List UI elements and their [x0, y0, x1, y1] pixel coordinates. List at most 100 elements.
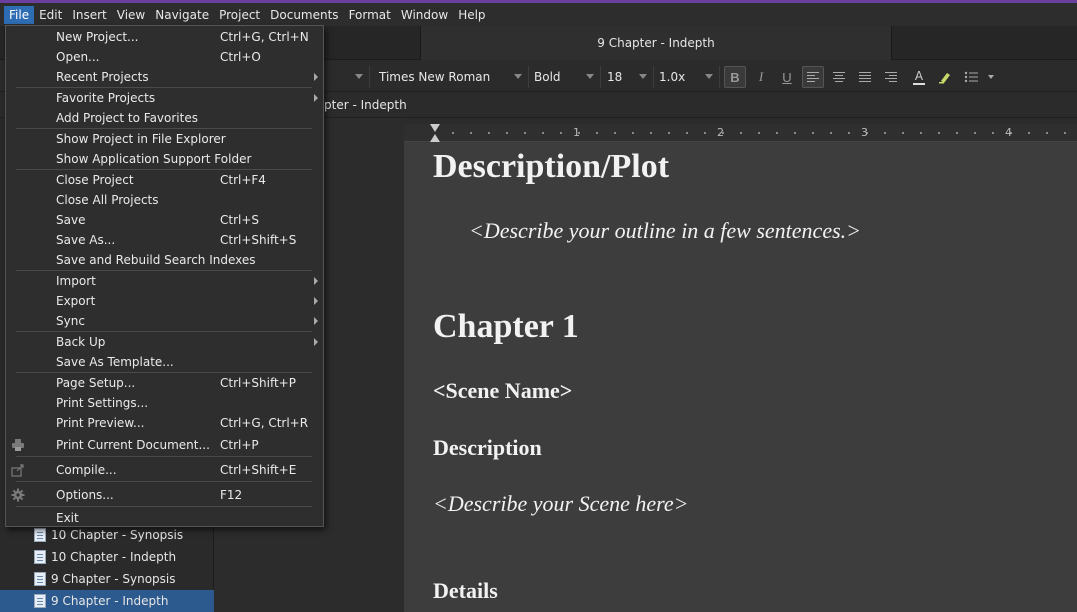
binder-item[interactable]: 9 Chapter - Synopsis [0, 568, 214, 590]
submenu-arrow-icon [314, 277, 318, 285]
ruler-tick [830, 132, 832, 134]
highlight-button[interactable] [934, 66, 956, 88]
menu-options[interactable]: Options... F12 [6, 485, 323, 505]
menu-save-as[interactable]: Save As... Ctrl+Shift+S [6, 230, 323, 250]
menu-print-preview[interactable]: Print Preview... Ctrl+G, Ctrl+R [6, 413, 323, 433]
highlighter-icon [939, 73, 950, 84]
ruler-tick [686, 132, 688, 134]
font-color-button[interactable]: A [908, 66, 930, 88]
menu-file[interactable]: File [4, 5, 35, 24]
menu-print-settings[interactable]: Print Settings... [6, 393, 323, 413]
binder-item[interactable]: 10 Chapter - Indepth [0, 546, 214, 568]
menu-sync[interactable]: Sync [6, 311, 323, 331]
menu-open[interactable]: Open... Ctrl+O [6, 47, 323, 67]
ruler-tick [1064, 132, 1066, 134]
ruler-tick [938, 132, 940, 134]
ruler-tick [794, 132, 796, 134]
font-family-select[interactable]: Times New Roman [374, 66, 529, 88]
menu-recent-projects[interactable]: Recent Projects [6, 67, 323, 87]
ruler-label: 1 [573, 126, 580, 139]
ruler-tick [560, 132, 562, 134]
text-editor[interactable]: Description/Plot <Describe your outline … [404, 142, 1077, 612]
bullet-list-icon [964, 71, 994, 83]
left-indent-marker[interactable] [430, 134, 440, 142]
document-tab[interactable]: 9 Chapter - Indepth [420, 26, 892, 60]
ruler-tick [524, 132, 526, 134]
submenu-arrow-icon [314, 317, 318, 325]
ruler[interactable]: 1 2 3 4 [404, 124, 1077, 142]
align-right-icon [885, 72, 897, 82]
menu-back-up[interactable]: Back Up [6, 332, 323, 352]
menu-print-current-document[interactable]: Print Current Document... Ctrl+P [6, 435, 323, 455]
document-icon [34, 572, 46, 586]
align-center-button[interactable] [828, 66, 850, 88]
ruler-tick [596, 132, 598, 134]
font-weight-select[interactable]: Bold [529, 66, 601, 88]
ruler-tick [758, 132, 760, 134]
chevron-down-icon [355, 74, 363, 79]
ruler-tick [974, 132, 976, 134]
scrivener-window: File Edit Insert View Navigate Project D… [0, 0, 1077, 612]
menu-separator [16, 481, 312, 482]
menu-favorite-projects[interactable]: Favorite Projects [6, 88, 323, 108]
list-button[interactable] [962, 66, 996, 88]
menu-new-project[interactable]: New Project... Ctrl+G, Ctrl+N [6, 27, 323, 47]
menu-show-in-explorer[interactable]: Show Project in File Explorer [6, 129, 323, 149]
menu-help[interactable]: Help [453, 6, 490, 24]
menu-bar: File Edit Insert View Navigate Project D… [0, 3, 1077, 26]
ruler-tick [812, 132, 814, 134]
chapter-heading: Chapter 1 [433, 308, 579, 345]
scene-name-heading: <Scene Name> [433, 378, 573, 403]
heading-description-plot: Description/Plot [433, 148, 670, 185]
document-icon [34, 550, 46, 564]
ruler-label: 4 [1005, 126, 1012, 139]
menu-insert[interactable]: Insert [67, 6, 111, 24]
ruler-tick [956, 132, 958, 134]
ruler-tick [1028, 132, 1030, 134]
align-right-button[interactable] [880, 66, 902, 88]
ruler-tick [668, 132, 670, 134]
menu-export[interactable]: Export [6, 291, 323, 311]
menu-project[interactable]: Project [214, 6, 265, 24]
chevron-down-icon [586, 74, 594, 79]
gear-icon [11, 488, 25, 502]
menu-import[interactable]: Import [6, 271, 323, 291]
menu-page-setup[interactable]: Page Setup... Ctrl+Shift+P [6, 373, 323, 393]
menu-save[interactable]: Save Ctrl+S [6, 210, 323, 230]
menu-edit[interactable]: Edit [34, 6, 67, 24]
binder-item-selected[interactable]: 9 Chapter - Indepth [0, 590, 214, 612]
document-tab-title: 9 Chapter - Indepth [597, 36, 715, 50]
menu-window[interactable]: Window [396, 6, 453, 24]
submenu-arrow-icon [314, 338, 318, 346]
menu-compile[interactable]: Compile... Ctrl+Shift+E [6, 460, 323, 480]
chevron-down-icon [639, 74, 647, 79]
menu-show-support-folder[interactable]: Show Application Support Folder [6, 149, 323, 169]
menu-close-all-projects[interactable]: Close All Projects [6, 190, 323, 210]
document-icon [34, 528, 46, 542]
menu-view[interactable]: View [112, 6, 150, 24]
menu-save-rebuild-indexes[interactable]: Save and Rebuild Search Indexes [6, 250, 323, 270]
ruler-tick [614, 132, 616, 134]
line-spacing-select[interactable]: 1.0x [654, 66, 720, 88]
printer-icon [11, 438, 25, 452]
align-left-button[interactable] [802, 66, 824, 88]
menu-navigate[interactable]: Navigate [150, 6, 214, 24]
underline-button[interactable]: U [776, 66, 798, 88]
menu-format[interactable]: Format [344, 6, 396, 24]
menu-close-project[interactable]: Close Project Ctrl+F4 [6, 170, 323, 190]
ruler-tick [542, 132, 544, 134]
menu-save-as-template[interactable]: Save As Template... [6, 352, 323, 372]
font-size-select[interactable]: 18 [602, 66, 654, 88]
paragraph-style-select[interactable] [324, 66, 370, 88]
menu-documents[interactable]: Documents [265, 6, 343, 24]
ruler-label: 3 [861, 126, 868, 139]
first-indent-marker[interactable] [430, 124, 440, 132]
submenu-arrow-icon [314, 297, 318, 305]
italic-button[interactable]: I [750, 66, 772, 88]
bold-button[interactable]: B [724, 66, 746, 88]
chevron-down-icon [514, 74, 522, 79]
align-justify-button[interactable] [854, 66, 876, 88]
menu-exit[interactable]: Exit [6, 508, 323, 528]
align-center-icon [833, 72, 845, 82]
menu-add-to-favorites[interactable]: Add Project to Favorites [6, 108, 323, 128]
